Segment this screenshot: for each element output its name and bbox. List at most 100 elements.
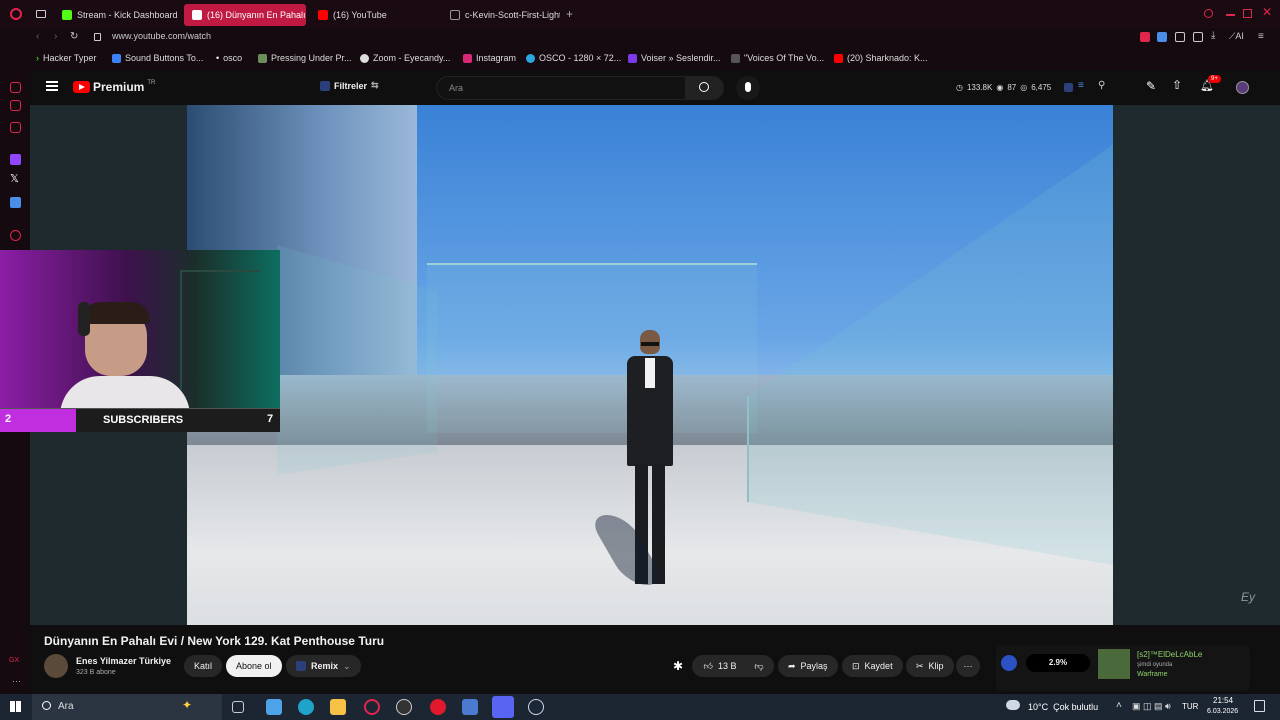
notification-center-icon[interactable] bbox=[1254, 700, 1265, 712]
filters-button[interactable]: Filtreler ⇆ bbox=[320, 80, 379, 91]
download-icon[interactable]: ⤓ bbox=[1211, 30, 1215, 41]
bookmark-icon: ⊡ bbox=[852, 660, 860, 671]
translate-icon[interactable] bbox=[1157, 32, 1167, 42]
app-taskbar-icon[interactable] bbox=[462, 699, 478, 715]
clock-date[interactable]: 6.03.2026 bbox=[1207, 708, 1238, 715]
avatar[interactable] bbox=[1236, 81, 1249, 94]
save-button[interactable]: ⊡ Kaydet bbox=[842, 655, 903, 677]
weather-icon[interactable] bbox=[1006, 700, 1020, 710]
obs-icon[interactable] bbox=[396, 699, 412, 715]
scissors-icon: ✂ bbox=[916, 660, 924, 671]
dislike-button[interactable]: 👎︎ bbox=[744, 655, 774, 677]
tray-icons[interactable]: ▣ ◫ ▤ 🔊︎ bbox=[1132, 701, 1171, 712]
bookmark-pressing-under[interactable]: Pressing Under Pr... bbox=[258, 53, 352, 63]
menu-icon[interactable]: ≡ bbox=[1258, 31, 1264, 42]
voice-search-button[interactable] bbox=[736, 76, 760, 100]
language-indicator[interactable]: TUR bbox=[1182, 702, 1198, 711]
share-button[interactable]: ➦ Paylaş bbox=[778, 655, 838, 677]
video-frame[interactable] bbox=[187, 105, 1113, 625]
bookmark-osco[interactable]: • osco bbox=[216, 53, 242, 63]
back-button[interactable]: ‹ bbox=[36, 31, 39, 42]
channel-avatar[interactable] bbox=[44, 654, 68, 678]
url-field[interactable]: www.youtube.com/watch bbox=[112, 31, 211, 41]
close-window-button[interactable]: ✕ bbox=[1262, 5, 1272, 19]
more-icon[interactable]: ⋯ bbox=[12, 676, 21, 687]
game-thumbnail[interactable] bbox=[1098, 649, 1130, 679]
widget-ext-icon[interactable] bbox=[1001, 655, 1017, 671]
gx-control-icon[interactable] bbox=[10, 82, 21, 93]
remix-button[interactable]: Remix ⌄ bbox=[286, 655, 361, 677]
clip-button[interactable]: ✂ Klip bbox=[906, 655, 954, 677]
upload-icon[interactable]: ⇧ bbox=[1172, 78, 1182, 92]
youtube-icon bbox=[192, 10, 202, 20]
thumbs-down-icon: 👎︎ bbox=[754, 660, 764, 671]
bookmark-osco-size[interactable]: OSCO - 1280 × 72... bbox=[526, 53, 621, 63]
bookmark-sound-buttons[interactable]: Sound Buttons To... bbox=[112, 53, 203, 63]
subscribe-button[interactable]: Abone ol bbox=[226, 655, 282, 677]
views-count: 133.8K bbox=[966, 83, 993, 92]
youtube-logo[interactable]: Premium TR bbox=[73, 80, 155, 94]
likes-icon: ◉ bbox=[996, 83, 1004, 92]
camera-icon[interactable] bbox=[1193, 32, 1203, 42]
tray-chevron-up-icon[interactable]: ˄ bbox=[1116, 700, 1122, 711]
app-icon[interactable] bbox=[10, 197, 21, 208]
logo-text: Premium bbox=[93, 80, 145, 94]
channel-watermark[interactable]: Ey bbox=[1241, 590, 1255, 604]
tab-kevin-scott[interactable]: c-Kevin-Scott-First-Light bbox=[442, 4, 560, 26]
twitch-icon[interactable] bbox=[10, 154, 21, 165]
views-icon: ◷ bbox=[956, 83, 963, 92]
tab-overview-icon[interactable] bbox=[36, 10, 46, 18]
edge-icon[interactable] bbox=[298, 699, 314, 715]
youtube-icon bbox=[318, 10, 328, 20]
extension-badge-icon[interactable] bbox=[1064, 83, 1073, 92]
bookmark-sharknado[interactable]: (20) Sharknado: K... bbox=[834, 53, 928, 63]
file-explorer-icon[interactable] bbox=[330, 699, 346, 715]
bookmark-hacker-typer[interactable]: › Hacker Typer bbox=[36, 53, 96, 63]
tab-label: Stream - Kick Dashboard bbox=[77, 10, 178, 20]
weather-text[interactable]: 10°C Çok bulutlu bbox=[1028, 702, 1098, 712]
minimize-button[interactable] bbox=[1226, 14, 1235, 16]
reload-button[interactable]: ↻ bbox=[70, 31, 78, 42]
ai-button[interactable]: ⟋AI bbox=[1229, 31, 1244, 42]
opera-taskbar-icon[interactable] bbox=[430, 699, 446, 715]
list-icon[interactable]: ≡ bbox=[1078, 80, 1084, 91]
gx-player-icon[interactable] bbox=[10, 122, 21, 133]
video-title: Dünyanın En Pahalı Evi / New York 129. K… bbox=[44, 634, 385, 648]
channel-name[interactable]: Enes Yilmazer Türkiye bbox=[76, 656, 171, 666]
opera-gx-taskbar-icon[interactable] bbox=[364, 699, 380, 715]
bookmark-voices-of-the-void[interactable]: "Voices Of The Vo... bbox=[731, 53, 824, 63]
discord-icon[interactable] bbox=[492, 696, 514, 718]
clock-icon[interactable] bbox=[10, 230, 21, 241]
opera-gx-logo-icon[interactable] bbox=[10, 8, 22, 20]
search-icon[interactable] bbox=[1204, 9, 1213, 18]
new-tab-button[interactable]: + bbox=[566, 7, 573, 21]
steam-icon[interactable] bbox=[528, 699, 544, 715]
hamburger-menu-icon[interactable] bbox=[46, 81, 58, 91]
maximize-button[interactable] bbox=[1243, 9, 1252, 18]
search-input[interactable]: Ara bbox=[436, 76, 686, 100]
tab-youtube-home[interactable]: (16) YouTube bbox=[310, 4, 438, 26]
task-view-icon[interactable] bbox=[232, 701, 244, 713]
bookmark-voiser[interactable]: Voiser » Seslendir... bbox=[628, 53, 721, 63]
gx-messenger-icon[interactable] bbox=[10, 100, 21, 111]
tab-kick-dashboard[interactable]: Stream - Kick Dashboard bbox=[54, 4, 182, 26]
puzzle-icon[interactable] bbox=[1175, 32, 1185, 42]
x-twitter-icon[interactable]: 𝕏 bbox=[10, 172, 19, 185]
app-pinned-icon[interactable] bbox=[266, 699, 282, 715]
create-icon[interactable]: ✎ bbox=[1146, 79, 1156, 93]
taskbar-search[interactable]: Ara ✦ bbox=[32, 694, 222, 720]
windows-start-icon[interactable] bbox=[10, 701, 21, 712]
search-button[interactable] bbox=[686, 76, 724, 100]
forward-button[interactable]: › bbox=[54, 31, 57, 42]
tab-youtube-video[interactable]: (16) Dünyanın En Pahalı E bbox=[184, 4, 306, 26]
bookmark-instagram[interactable]: Instagram bbox=[463, 53, 516, 63]
bookmark-zoom-eyecandy[interactable]: Zoom - Eyecandy... bbox=[360, 53, 450, 63]
join-button[interactable]: Katıl bbox=[184, 655, 223, 677]
extension-icon[interactable] bbox=[1140, 32, 1150, 42]
lock-icon bbox=[94, 33, 101, 41]
gear-icon[interactable]: ✱ bbox=[673, 659, 683, 673]
tool-icon[interactable]: ⚲ bbox=[1098, 80, 1105, 91]
more-actions-button[interactable]: ⋯ bbox=[956, 655, 980, 677]
like-button[interactable]: 👍︎ 13 B bbox=[692, 655, 748, 677]
clock-time[interactable]: 21:54 bbox=[1213, 696, 1233, 705]
